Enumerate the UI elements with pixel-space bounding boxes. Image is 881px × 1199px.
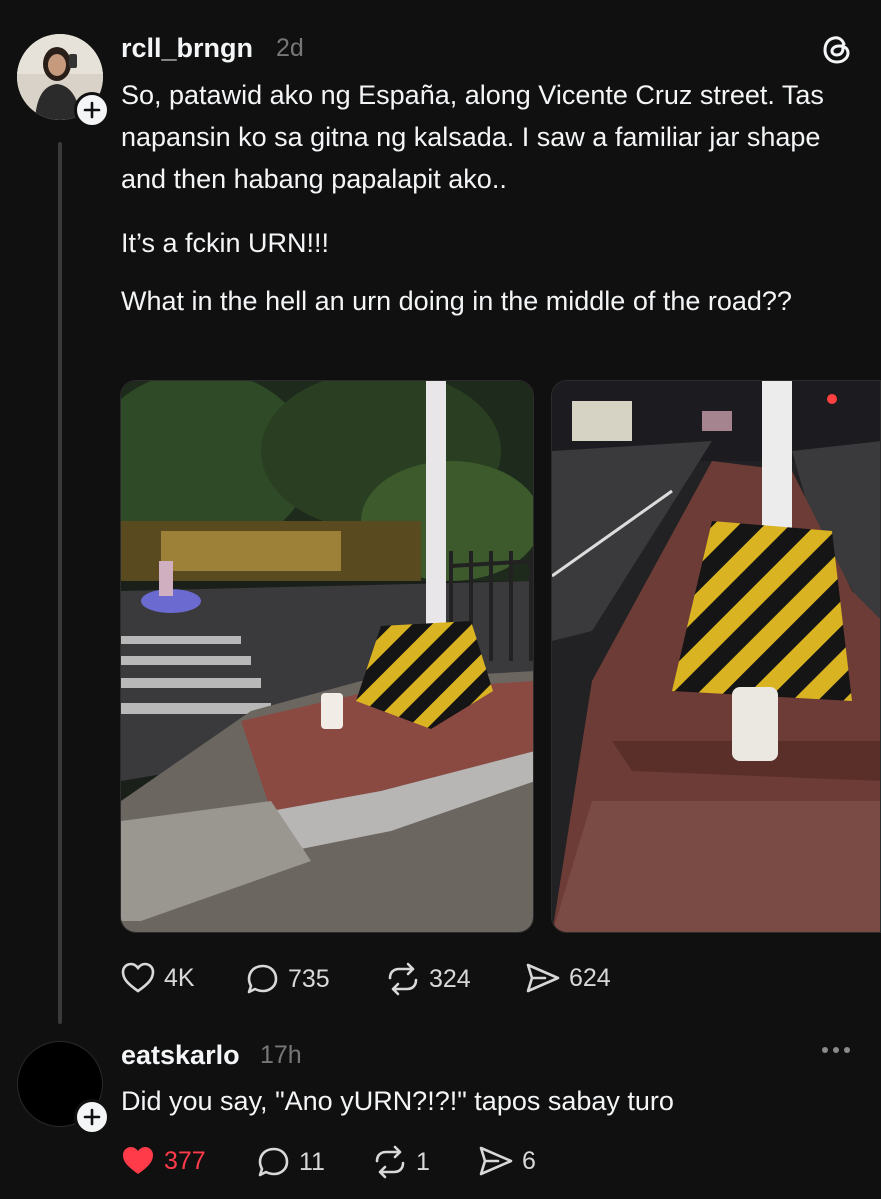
post-image-2[interactable] — [551, 380, 881, 933]
reply-username[interactable]: eatskarlo — [121, 1040, 240, 1071]
reply-count: 735 — [288, 964, 330, 993]
like-button[interactable]: 4K — [120, 962, 195, 994]
comment-icon — [258, 1147, 289, 1177]
more-options-button[interactable] — [822, 1047, 850, 1053]
reply-share-button[interactable]: 6 — [478, 1145, 536, 1177]
share-icon — [526, 963, 560, 993]
plus-icon — [83, 101, 101, 119]
plus-icon — [83, 1108, 101, 1126]
reply-reply-count: 11 — [299, 1147, 325, 1176]
reply-like-count: 377 — [164, 1146, 206, 1175]
post-username[interactable]: rcll_brngn — [121, 33, 253, 64]
post-image-1[interactable] — [120, 380, 534, 933]
share-icon — [479, 1146, 513, 1176]
reply-repost-count: 1 — [416, 1147, 430, 1176]
thread-connector-line — [58, 142, 62, 1024]
post-text-paragraph-1: So, patawid ako ng España, along Vicente… — [121, 80, 824, 194]
urn-street-photo-2 — [552, 381, 880, 932]
reply-button[interactable]: 735 — [246, 962, 330, 996]
repost-button[interactable]: 324 — [385, 962, 471, 996]
urn-street-photo-1 — [121, 381, 533, 932]
reply-reply-button[interactable]: 11 — [257, 1145, 325, 1179]
reply-text: Did you say, "Ano yURN?!?!" tapos sabay … — [121, 1086, 674, 1116]
like-count: 4K — [164, 963, 195, 992]
share-button[interactable]: 624 — [525, 962, 611, 994]
repost-count: 324 — [429, 964, 471, 993]
threads-logo-icon[interactable] — [820, 32, 854, 66]
reply-follow-plus-button[interactable] — [74, 1099, 110, 1135]
repost-icon — [388, 962, 418, 996]
repost-icon — [375, 1145, 405, 1179]
post-text-paragraph-3: What in the hell an urn doing in the mid… — [121, 286, 792, 316]
reply-time: 17h — [260, 1041, 302, 1069]
post-time: 2d — [276, 34, 304, 62]
more-icon — [822, 1047, 828, 1053]
reply-repost-button[interactable]: 1 — [372, 1145, 430, 1179]
reply-like-button[interactable]: 377 — [120, 1145, 206, 1177]
share-count: 624 — [569, 963, 611, 992]
heart-icon — [121, 962, 155, 993]
follow-plus-button[interactable] — [74, 92, 110, 128]
heart-filled-icon — [123, 1147, 153, 1174]
post-text-paragraph-2: It’s a fckin URN!!! — [121, 228, 330, 258]
comment-icon — [247, 964, 278, 994]
reply-share-count: 6 — [522, 1146, 536, 1175]
